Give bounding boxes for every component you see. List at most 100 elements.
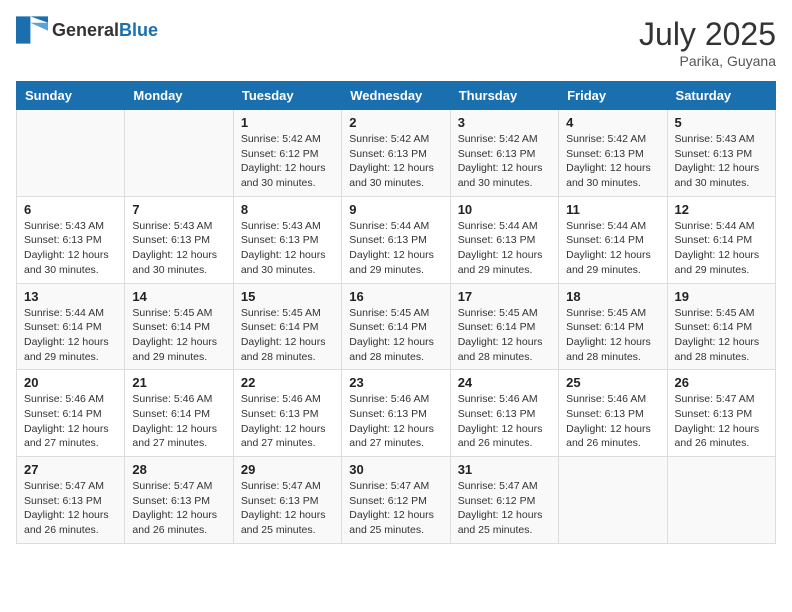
weekday-header-wednesday: Wednesday [342, 82, 450, 110]
weekday-header-saturday: Saturday [667, 82, 775, 110]
calendar-week-row: 1 Sunrise: 5:42 AMSunset: 6:12 PMDaylight… [17, 110, 776, 197]
calendar-cell: 18 Sunrise: 5:45 AMSunset: 6:14 PMDayligh… [559, 283, 667, 370]
weekday-header-tuesday: Tuesday [233, 82, 341, 110]
calendar-cell: 29 Sunrise: 5:47 AMSunset: 6:13 PMDayligh… [233, 457, 341, 544]
calendar-cell: 17 Sunrise: 5:45 AMSunset: 6:14 PMDayligh… [450, 283, 558, 370]
day-info: Sunrise: 5:43 AMSunset: 6:13 PMDaylight:… [24, 220, 109, 276]
day-info: Sunrise: 5:47 AMSunset: 6:13 PMDaylight:… [241, 480, 326, 536]
calendar-cell [667, 457, 775, 544]
day-info: Sunrise: 5:47 AMSunset: 6:13 PMDaylight:… [132, 480, 217, 536]
calendar-cell: 22Sunrise: 5:46 AMSunset: 6:13 PMDayligh… [233, 370, 341, 457]
day-info: Sunrise: 5:46 AMSunset: 6:14 PMDaylight:… [132, 393, 217, 449]
day-info: Sunrise: 5:46 AMSunset: 6:13 PMDaylight:… [349, 393, 434, 449]
day-number: 19 [675, 289, 768, 304]
day-number: 17 [458, 289, 551, 304]
location-subtitle: Parika, Guyana [639, 53, 776, 69]
calendar-cell: 26Sunrise: 5:47 AMSunset: 6:13 PMDayligh… [667, 370, 775, 457]
day-number: 10 [458, 202, 551, 217]
day-number: 15 [241, 289, 334, 304]
calendar-cell: 12Sunrise: 5:44 AMSunset: 6:14 PMDayligh… [667, 196, 775, 283]
calendar-cell: 10Sunrise: 5:44 AMSunset: 6:13 PMDayligh… [450, 196, 558, 283]
day-number: 1 [241, 115, 334, 130]
day-info: Sunrise: 5:43 AMSunset: 6:13 PMDaylight:… [132, 220, 217, 276]
weekday-header-friday: Friday [559, 82, 667, 110]
day-info: Sunrise: 5:45 AMSunset: 6:14 PMDaylight:… [675, 307, 760, 363]
day-info: Sunrise: 5:46 AMSunset: 6:14 PMDaylight:… [24, 393, 109, 449]
calendar-cell: 2Sunrise: 5:42 AMSunset: 6:13 PMDaylight… [342, 110, 450, 197]
day-number: 31 [458, 462, 551, 477]
day-info: Sunrise: 5:43 AMSunset: 6:13 PMDaylight:… [675, 133, 760, 189]
calendar-cell: 7 Sunrise: 5:43 AMSunset: 6:13 PMDaylight… [125, 196, 233, 283]
calendar-cell: 25 Sunrise: 5:46 AMSunset: 6:13 PMDayligh… [559, 370, 667, 457]
calendar-week-row: 27 Sunrise: 5:47 AMSunset: 6:13 PMDayligh… [17, 457, 776, 544]
calendar-cell [125, 110, 233, 197]
day-number: 18 [566, 289, 659, 304]
day-number: 4 [566, 115, 659, 130]
calendar-week-row: 13 Sunrise: 5:44 AMSunset: 6:14 PMDayligh… [17, 283, 776, 370]
calendar-cell [17, 110, 125, 197]
day-info: Sunrise: 5:47 AMSunset: 6:13 PMDaylight:… [24, 480, 109, 536]
calendar-week-row: 6Sunrise: 5:43 AMSunset: 6:13 PMDaylight… [17, 196, 776, 283]
calendar-cell: 4 Sunrise: 5:42 AMSunset: 6:13 PMDaylight… [559, 110, 667, 197]
calendar-cell: 16 Sunrise: 5:45 AMSunset: 6:14 PMDayligh… [342, 283, 450, 370]
logo-icon [16, 16, 48, 44]
day-info: Sunrise: 5:43 AMSunset: 6:13 PMDaylight:… [241, 220, 326, 276]
day-info: Sunrise: 5:44 AMSunset: 6:14 PMDaylight:… [675, 220, 760, 276]
weekday-header-thursday: Thursday [450, 82, 558, 110]
day-info: Sunrise: 5:47 AMSunset: 6:12 PMDaylight:… [458, 480, 543, 536]
calendar-cell: 20 Sunrise: 5:46 AMSunset: 6:14 PMDayligh… [17, 370, 125, 457]
day-number: 28 [132, 462, 225, 477]
day-info: Sunrise: 5:44 AMSunset: 6:14 PMDaylight:… [566, 220, 651, 276]
logo: GeneralBlue [16, 16, 158, 44]
day-number: 20 [24, 375, 117, 390]
day-number: 26 [675, 375, 768, 390]
calendar-cell: 30 Sunrise: 5:47 AMSunset: 6:12 PMDayligh… [342, 457, 450, 544]
logo-general: General [52, 20, 119, 40]
weekday-header-sunday: Sunday [17, 82, 125, 110]
calendar-cell: 19 Sunrise: 5:45 AMSunset: 6:14 PMDayligh… [667, 283, 775, 370]
weekday-header-monday: Monday [125, 82, 233, 110]
calendar-cell: 23Sunrise: 5:46 AMSunset: 6:13 PMDayligh… [342, 370, 450, 457]
day-number: 24 [458, 375, 551, 390]
calendar-header-row: SundayMondayTuesdayWednesdayThursdayFrid… [17, 82, 776, 110]
day-number: 14 [132, 289, 225, 304]
calendar-cell: 31 Sunrise: 5:47 AMSunset: 6:12 PMDayligh… [450, 457, 558, 544]
day-info: Sunrise: 5:42 AMSunset: 6:13 PMDaylight:… [349, 133, 434, 189]
day-info: Sunrise: 5:42 AMSunset: 6:13 PMDaylight:… [566, 133, 651, 189]
day-info: Sunrise: 5:42 AMSunset: 6:12 PMDaylight:… [241, 133, 326, 189]
day-info: Sunrise: 5:46 AMSunset: 6:13 PMDaylight:… [458, 393, 543, 449]
day-number: 9 [349, 202, 442, 217]
day-info: Sunrise: 5:47 AMSunset: 6:12 PMDaylight:… [349, 480, 434, 536]
day-number: 25 [566, 375, 659, 390]
day-number: 30 [349, 462, 442, 477]
calendar-cell: 6Sunrise: 5:43 AMSunset: 6:13 PMDaylight… [17, 196, 125, 283]
page-header: GeneralBlue July 2025 Parika, Guyana [16, 16, 776, 69]
day-number: 21 [132, 375, 225, 390]
calendar-cell: 13 Sunrise: 5:44 AMSunset: 6:14 PMDayligh… [17, 283, 125, 370]
day-number: 22 [241, 375, 334, 390]
calendar-cell: 28 Sunrise: 5:47 AMSunset: 6:13 PMDayligh… [125, 457, 233, 544]
day-number: 7 [132, 202, 225, 217]
calendar-cell: 24 Sunrise: 5:46 AMSunset: 6:13 PMDayligh… [450, 370, 558, 457]
calendar-cell: 15Sunrise: 5:45 AMSunset: 6:14 PMDayligh… [233, 283, 341, 370]
day-info: Sunrise: 5:45 AMSunset: 6:14 PMDaylight:… [132, 307, 217, 363]
day-info: Sunrise: 5:42 AMSunset: 6:13 PMDaylight:… [458, 133, 543, 189]
calendar-cell: 5 Sunrise: 5:43 AMSunset: 6:13 PMDaylight… [667, 110, 775, 197]
day-number: 27 [24, 462, 117, 477]
day-number: 5 [675, 115, 768, 130]
day-info: Sunrise: 5:46 AMSunset: 6:13 PMDaylight:… [566, 393, 651, 449]
calendar-cell: 27 Sunrise: 5:47 AMSunset: 6:13 PMDayligh… [17, 457, 125, 544]
day-number: 16 [349, 289, 442, 304]
day-info: Sunrise: 5:45 AMSunset: 6:14 PMDaylight:… [566, 307, 651, 363]
day-number: 3 [458, 115, 551, 130]
day-number: 8 [241, 202, 334, 217]
day-info: Sunrise: 5:44 AMSunset: 6:13 PMDaylight:… [349, 220, 434, 276]
calendar-table: SundayMondayTuesdayWednesdayThursdayFrid… [16, 81, 776, 544]
day-number: 11 [566, 202, 659, 217]
day-number: 13 [24, 289, 117, 304]
day-number: 29 [241, 462, 334, 477]
calendar-cell: 8 Sunrise: 5:43 AMSunset: 6:13 PMDaylight… [233, 196, 341, 283]
day-info: Sunrise: 5:45 AMSunset: 6:14 PMDaylight:… [349, 307, 434, 363]
day-info: Sunrise: 5:44 AMSunset: 6:14 PMDaylight:… [24, 307, 109, 363]
day-info: Sunrise: 5:45 AMSunset: 6:14 PMDaylight:… [458, 307, 543, 363]
